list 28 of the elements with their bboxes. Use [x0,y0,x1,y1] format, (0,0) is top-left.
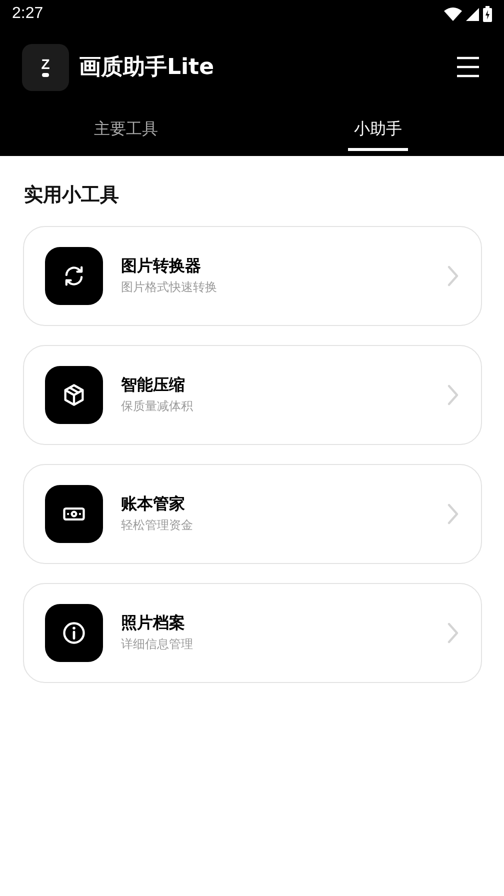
status-time: 2:27 [12,5,44,23]
chevron-right-icon [447,503,459,525]
tool-title: 账本管家 [121,494,186,515]
tool-subtitle: 保质量减体积 [121,398,194,415]
logo-letter: Z [41,57,50,71]
menu-icon [456,56,480,78]
tool-title: 智能压缩 [121,375,186,396]
tool-title: 图片转换器 [121,256,202,277]
tab[interactable]: 主要工具 [88,113,164,151]
chevron-right-icon [447,265,459,287]
app-title: 画质助手Lite [79,54,215,82]
menu-button[interactable] [456,56,480,78]
wifi-icon [444,7,462,21]
info-icon [61,620,87,646]
tool-card[interactable]: 账本管家 轻松管理资金 [23,464,482,564]
tool-subtitle: 图片格式快速转换 [121,279,218,296]
signal-icon [466,8,479,20]
tool-subtitle: 轻松管理资金 [121,517,194,534]
section-title: 实用小工具 [24,183,120,208]
tool-title: 照片档案 [121,613,186,634]
tab[interactable]: 小助手 [348,113,408,151]
chevron-right-icon [447,384,459,406]
battery-icon [483,6,492,22]
chevron-right-icon [447,622,459,644]
tool-card[interactable]: 照片档案 详细信息管理 [23,583,482,683]
tool-subtitle: 详细信息管理 [121,636,194,653]
tool-card[interactable]: 智能压缩 保质量减体积 [23,345,482,445]
tool-card[interactable]: 图片转换器 图片格式快速转换 [23,226,482,326]
